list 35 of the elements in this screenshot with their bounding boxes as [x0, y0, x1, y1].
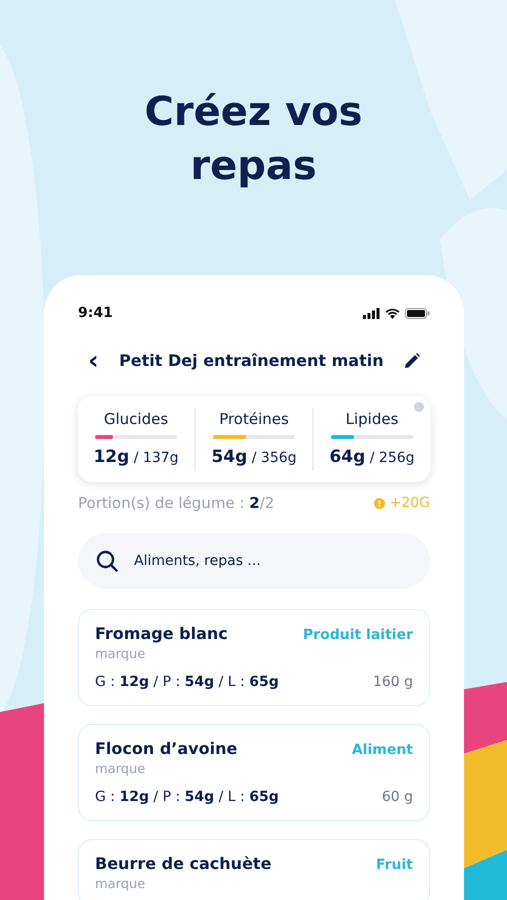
vegetable-portions: Portion(s) de légume : 2/2 — [78, 493, 274, 514]
food-card[interactable]: Fromage blanc Produit laitier marque G : 12g / P : 54g / L : 65g 160 g — [78, 608, 430, 706]
food-brand: marque — [95, 760, 146, 778]
food-card[interactable]: Beurre de cachuète Fruit marque — [78, 838, 430, 900]
search-field[interactable]: Aliments, repas ... — [78, 532, 430, 588]
food-card[interactable]: Flocon d’avoine Aliment marque G : 12g / P : 54g / L : 65g 60 g — [78, 724, 430, 820]
signal-icon — [363, 308, 380, 319]
food-category: Produit laitier — [302, 626, 413, 644]
meal-title: Petit Dej entraînement matin — [119, 350, 384, 372]
food-macros: G : 12g / P : 54g / L : 65g — [95, 788, 279, 806]
wifi-icon — [385, 308, 400, 319]
food-name: Beurre de cachuète — [95, 852, 272, 874]
back-button[interactable]: ‹ — [88, 348, 99, 374]
macro-name: Lipides — [346, 408, 398, 430]
status-time: 9:41 — [78, 304, 113, 323]
food-category: Aliment — [352, 740, 413, 760]
food-name: Fromage blanc — [95, 622, 228, 644]
macro-amount: 64g / 256g — [329, 446, 415, 469]
pencil-icon[interactable] — [404, 353, 420, 369]
food-macros: G : 12g / P : 54g / L : 65g — [95, 672, 279, 692]
macro-name: Protéines — [219, 408, 289, 430]
search-icon — [96, 550, 118, 572]
battery-icon — [405, 308, 430, 319]
macro-name: Glucides — [104, 408, 168, 430]
macro-amount: 54g / 356g — [211, 446, 297, 469]
food-weight: 160 g — [372, 672, 413, 692]
food-name: Flocon d’avoine — [95, 738, 238, 760]
food-weight: 60 g — [382, 788, 413, 806]
food-category: Fruit — [376, 856, 413, 874]
bonus-text: +20G — [390, 494, 430, 513]
alert-icon — [374, 498, 385, 509]
macro-amount: 12g / 137g — [93, 446, 179, 469]
headline: Créez vos repas — [144, 88, 364, 191]
food-brand: marque — [95, 646, 146, 664]
food-brand: marque — [95, 876, 146, 894]
